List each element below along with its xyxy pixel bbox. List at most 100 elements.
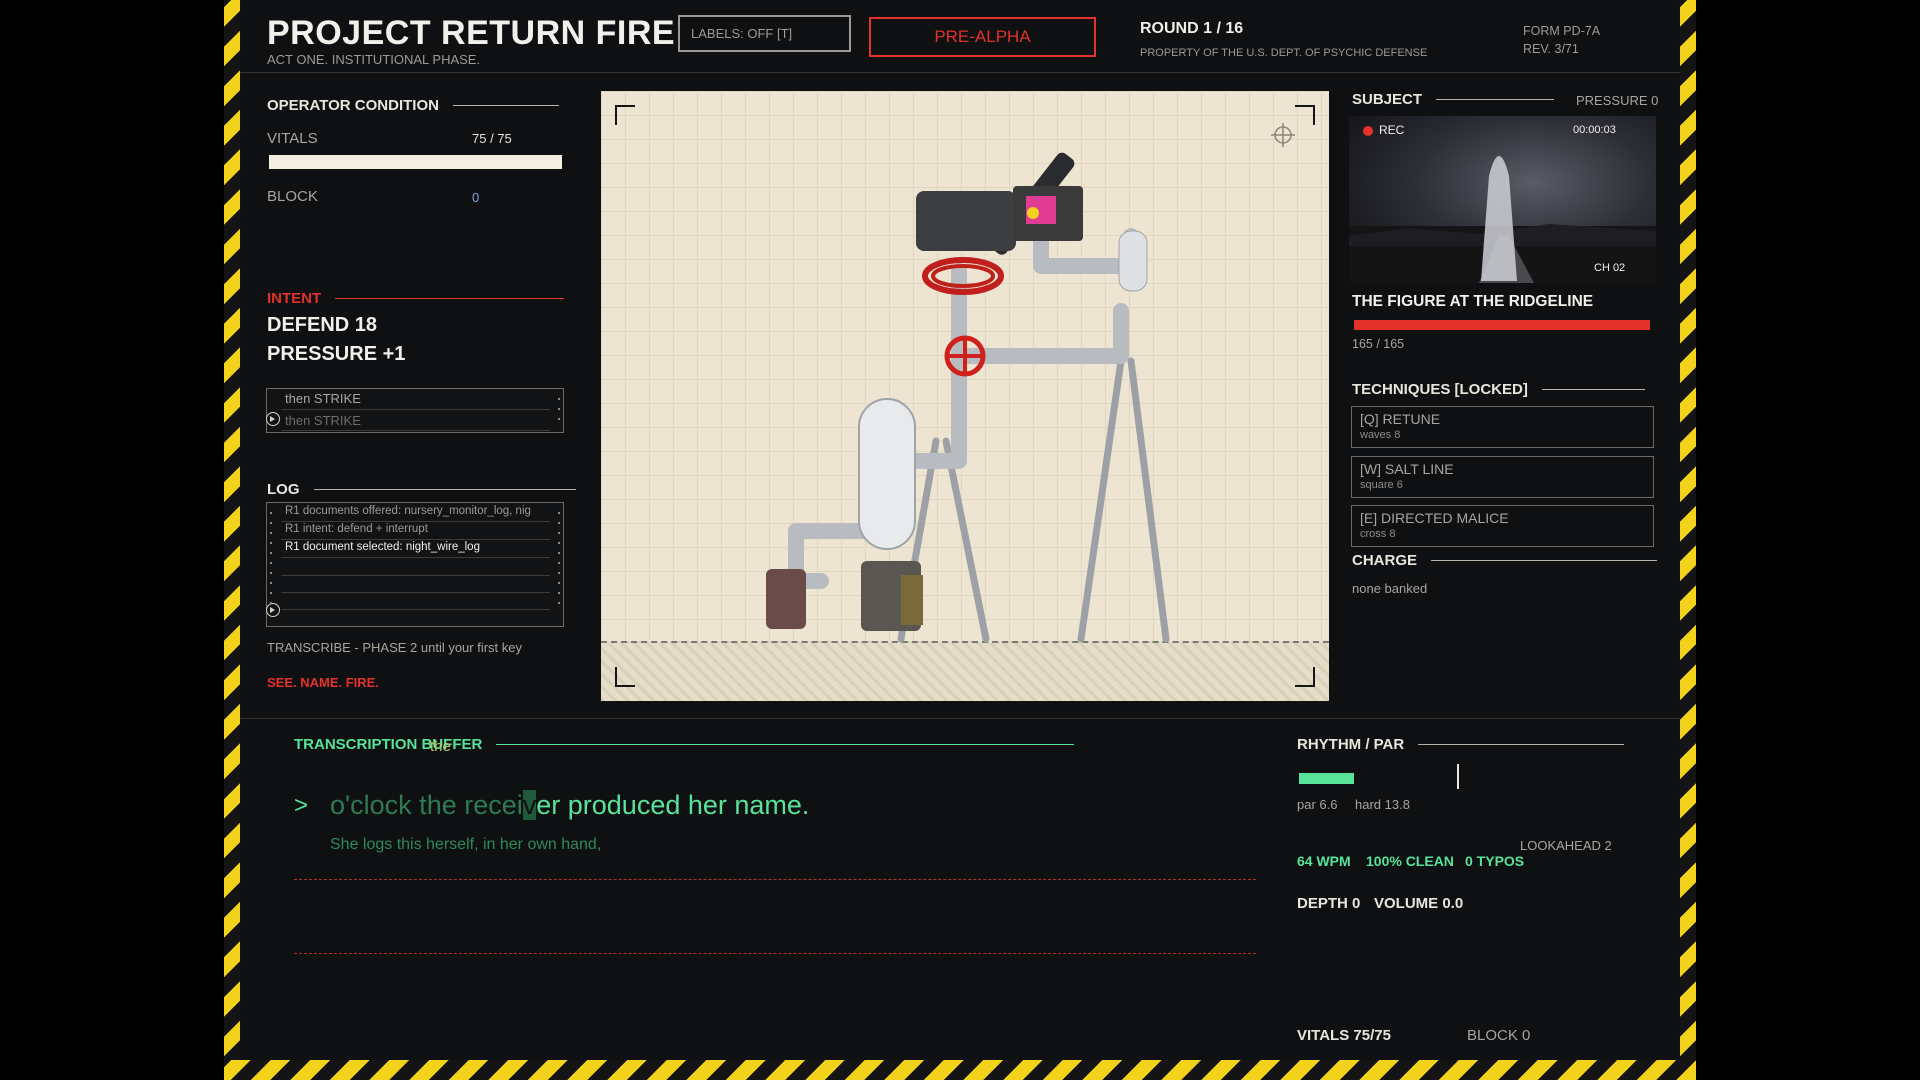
intent-pressure: PRESSURE +1 (267, 343, 406, 365)
buffer-divider (294, 879, 1256, 880)
technique-retune[interactable]: [Q] RETUNE waves 8 (1351, 406, 1654, 448)
row-divider (281, 592, 550, 593)
row-divider (281, 521, 550, 522)
par-value: par 6.6 (1297, 797, 1338, 812)
row-divider (281, 539, 550, 540)
intent-queue-item: then STRIKE (285, 413, 361, 428)
log-title: LOG (267, 481, 576, 498)
log-entry: R1 intent: defend + interrupt (285, 523, 428, 535)
wpm-stat: 64 WPM (1297, 853, 1351, 869)
hazard-stripe-right (1680, 0, 1696, 1080)
subject-hp-bar (1354, 320, 1650, 330)
rhythm-par-tick (1457, 764, 1459, 789)
vitals-footer: VITALS 75/75 (1297, 1027, 1391, 1044)
title-rule (496, 744, 1075, 745)
transcribe-hint: TRANSCRIBE - PHASE 2 until your first ke… (267, 640, 523, 655)
technique-detail: waves 8 (1360, 429, 1401, 441)
round-counter: ROUND 1 / 16 (1140, 20, 1244, 37)
row-divider (281, 557, 550, 558)
rec-label: REC (1379, 123, 1405, 137)
remaining-text: er produced her name. (536, 790, 810, 820)
block-footer: BLOCK 0 (1467, 1027, 1531, 1044)
techniques-title: TECHNIQUES [LOCKED] (1352, 381, 1645, 398)
subject-label: SUBJECT (1352, 91, 1423, 108)
tank (858, 398, 916, 550)
technique-name: [W] SALT LINE (1360, 461, 1454, 477)
play-cursor-icon (266, 603, 280, 617)
clean-stat: 100% CLEAN (1366, 853, 1454, 869)
rhythm-title: RHYTHM / PAR (1297, 736, 1625, 753)
game-subtitle: ACT ONE. INSTITUTIONAL PHASE. (267, 52, 481, 67)
subject-camera-feed: REC 00:00:03 CH 02 (1349, 116, 1656, 283)
intent-label: INTENT (267, 290, 322, 307)
lookahead-value: LOOKAHEAD 2 (1520, 838, 1612, 853)
dotted-edge (558, 398, 560, 428)
buffer-divider (294, 953, 1256, 954)
hazard-stripe-bottom (224, 1060, 1696, 1080)
prompt-caret: > (294, 792, 309, 819)
block-value: 0 (472, 190, 480, 205)
title-rule (313, 489, 576, 490)
camera-channel: CH 02 (1594, 262, 1626, 274)
technique-directed-malice[interactable]: [E] DIRECTED MALICE cross 8 (1351, 505, 1654, 547)
motto: SEE. NAME. FIRE. (267, 675, 379, 690)
log-label: LOG (267, 481, 300, 498)
charge-title: CHARGE (1352, 552, 1658, 569)
subject-name: THE FIGURE AT THE RIDGELINE (1352, 293, 1594, 310)
subject-hp-value: 165 / 165 (1352, 337, 1405, 351)
hard-value: hard 13.8 (1355, 797, 1410, 812)
play-cursor-icon (266, 412, 280, 426)
pre-alpha-badge: PRE-ALPHA (869, 17, 1096, 57)
transcription-title: TRANSCRIPTION BUFFER (294, 736, 1075, 753)
hand-glove (1118, 230, 1148, 292)
subject-title: SUBJECT (1352, 91, 1555, 108)
form-number: FORM PD-7A (1523, 24, 1601, 38)
intent-defend: DEFEND 18 (267, 314, 378, 336)
charge-label: CHARGE (1352, 552, 1418, 569)
next-line-preview: She logs this herself, in her own hand, (330, 836, 602, 853)
night-ridgeline-image (1349, 156, 1656, 283)
transcription-input-line[interactable]: o'clock the receiver produced her name. (330, 790, 809, 821)
row-divider (281, 575, 550, 576)
hazard-stripe-left (224, 0, 240, 1080)
title-rule (1431, 560, 1658, 561)
typos-stat: 0 TYPOS (1465, 853, 1525, 869)
transcription-label: TRANSCRIPTION BUFFER (294, 736, 483, 753)
title-rule (1436, 99, 1555, 100)
pump-assembly (766, 561, 923, 631)
machine-viewport[interactable] (601, 91, 1329, 701)
typed-text: o'clock the recei (330, 790, 523, 820)
intent-queue-item: then STRIKE (285, 391, 361, 406)
dotted-edge (270, 512, 272, 612)
subject-pressure: PRESSURE 0 (1576, 93, 1659, 108)
technique-name: [E] DIRECTED MALICE (1360, 510, 1509, 526)
log-entry: R1 documents offered: nursery_monitor_lo… (285, 505, 531, 517)
property-notice: PROPERTY OF THE U.S. DEPT. OF PSYCHIC DE… (1140, 47, 1428, 59)
technique-detail: cross 8 (1360, 528, 1396, 540)
header-divider (240, 72, 1680, 73)
title-rule (1541, 389, 1645, 390)
operator-condition-label: OPERATOR CONDITION (267, 97, 439, 114)
title-rule (1418, 744, 1625, 745)
form-id: FORM PD-7A REV. 3/71 (1523, 22, 1600, 58)
depth-stat: DEPTH 0 (1297, 895, 1361, 912)
ghost-word: the (430, 738, 451, 755)
form-revision: REV. 3/71 (1523, 42, 1579, 56)
intent-title: INTENT (267, 290, 565, 307)
log-entry-selected: R1 document selected: night_wire_log (285, 541, 480, 553)
title-rule (335, 298, 565, 299)
block-label: BLOCK (267, 188, 318, 205)
vitals-value: 75 / 75 (472, 131, 512, 146)
row-divider (281, 609, 550, 610)
record-indicator-icon (1363, 126, 1373, 136)
technique-salt-line[interactable]: [W] SALT LINE square 6 (1351, 456, 1654, 498)
vitals-label: VITALS (267, 130, 318, 147)
volume-stat: VOLUME 0.0 (1374, 895, 1464, 912)
labels-toggle-button[interactable]: LABELS: OFF [T] (678, 15, 851, 52)
technique-detail: square 6 (1360, 479, 1403, 491)
machine-legs (897, 357, 1170, 643)
dotted-edge (558, 512, 560, 612)
rhythm-bar (1299, 773, 1354, 784)
game-title: PROJECT RETURN FIRE (267, 14, 676, 52)
cursor-character: v (522, 790, 537, 820)
